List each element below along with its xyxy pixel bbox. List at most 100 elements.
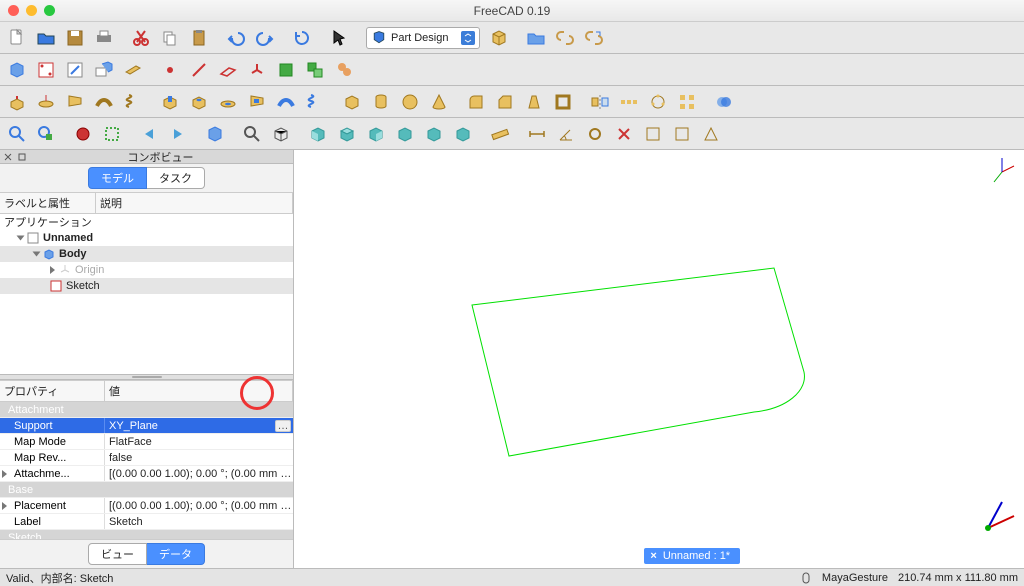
- measure-linear-button[interactable]: [524, 121, 550, 147]
- new-file-button[interactable]: [4, 25, 30, 51]
- close-tab-icon[interactable]: ×: [650, 550, 656, 562]
- loft-button[interactable]: [62, 89, 88, 115]
- tab-task[interactable]: タスク: [147, 167, 205, 189]
- map-sketch-button[interactable]: [91, 57, 117, 83]
- measure-button[interactable]: [487, 121, 513, 147]
- body-button[interactable]: [4, 57, 30, 83]
- fit-all-button[interactable]: [4, 121, 30, 147]
- prop-placement[interactable]: Placement[(0.00 0.00 1.00); 0.00 °; (0.0…: [0, 498, 293, 514]
- datum-line-button[interactable]: [186, 57, 212, 83]
- iso-view-button[interactable]: [268, 121, 294, 147]
- subshapebinder-button[interactable]: [302, 57, 328, 83]
- bottom-view-button[interactable]: [421, 121, 447, 147]
- prop-support[interactable]: Support XY_Plane …: [0, 418, 293, 434]
- sub-helix-button[interactable]: [302, 89, 328, 115]
- copy-button[interactable]: [157, 25, 183, 51]
- save-button[interactable]: [62, 25, 88, 51]
- datum-cs-button[interactable]: [244, 57, 270, 83]
- disclosure-icon[interactable]: [33, 252, 41, 257]
- clone-button[interactable]: [331, 57, 357, 83]
- open-file-button[interactable]: [33, 25, 59, 51]
- cut-button[interactable]: [128, 25, 154, 51]
- paste-button[interactable]: [186, 25, 212, 51]
- measure-clear-button[interactable]: [611, 121, 637, 147]
- draft-button[interactable]: [521, 89, 547, 115]
- tab-model[interactable]: モデル: [88, 167, 147, 189]
- pad-button[interactable]: [4, 89, 30, 115]
- thickness-button[interactable]: [550, 89, 576, 115]
- chamfer-button[interactable]: [492, 89, 518, 115]
- tree-origin[interactable]: Origin: [0, 262, 293, 278]
- draw-style-button[interactable]: [70, 121, 96, 147]
- datum-point-button[interactable]: [157, 57, 183, 83]
- print-button[interactable]: [91, 25, 117, 51]
- right-view-button[interactable]: [363, 121, 389, 147]
- folder-button[interactable]: [523, 25, 549, 51]
- groove-button[interactable]: [215, 89, 241, 115]
- tree-body[interactable]: Body: [0, 246, 293, 262]
- tree-doc[interactable]: Unnamed: [0, 230, 293, 246]
- prop-label[interactable]: LabelSketch: [0, 514, 293, 530]
- bbox-button[interactable]: [99, 121, 125, 147]
- sync-view-button[interactable]: [202, 121, 228, 147]
- mirror-button[interactable]: [587, 89, 613, 115]
- multitransform-button[interactable]: [674, 89, 700, 115]
- zoom-button[interactable]: [239, 121, 265, 147]
- top-view-button[interactable]: [334, 121, 360, 147]
- link-out-button[interactable]: [581, 25, 607, 51]
- left-view-button[interactable]: [450, 121, 476, 147]
- sub-loft-button[interactable]: [244, 89, 270, 115]
- measure-toggle3d-button[interactable]: [669, 121, 695, 147]
- close-panel-icon[interactable]: [4, 153, 12, 161]
- boolean-button[interactable]: [711, 89, 737, 115]
- edit-sketch-button[interactable]: [62, 57, 88, 83]
- linear-pattern-button[interactable]: [616, 89, 642, 115]
- close-window-button[interactable]: [8, 5, 19, 16]
- datum-plane-button[interactable]: [120, 57, 146, 83]
- measure-toggle-button[interactable]: [640, 121, 666, 147]
- undo-button[interactable]: [223, 25, 249, 51]
- sweep-button[interactable]: [91, 89, 117, 115]
- minimize-window-button[interactable]: [26, 5, 37, 16]
- view-back-button[interactable]: [136, 121, 162, 147]
- prim-sphere-button[interactable]: [397, 89, 423, 115]
- part-box-button[interactable]: [486, 25, 512, 51]
- tab-view[interactable]: ビュー: [88, 543, 147, 565]
- revolution-button[interactable]: [33, 89, 59, 115]
- new-sketch-button[interactable]: [33, 57, 59, 83]
- document-tab[interactable]: × Unnamed : 1*: [644, 548, 740, 564]
- pocket-button[interactable]: [157, 89, 183, 115]
- prop-mapmode[interactable]: Map ModeFlatFace: [0, 434, 293, 450]
- prop-attachoffset[interactable]: Attachme...[(0.00 0.00 1.00); 0.00 °; (0…: [0, 466, 293, 482]
- polar-pattern-button[interactable]: [645, 89, 671, 115]
- fillet-button[interactable]: [463, 89, 489, 115]
- tree-sketch[interactable]: Sketch: [0, 278, 293, 294]
- workbench-selector[interactable]: Part Design: [366, 27, 480, 49]
- prim-box-button[interactable]: [339, 89, 365, 115]
- detach-panel-icon[interactable]: [18, 153, 26, 161]
- front-view-button[interactable]: [305, 121, 331, 147]
- disclosure-icon[interactable]: [50, 266, 55, 274]
- expand-icon[interactable]: [2, 502, 7, 510]
- pointer-button[interactable]: [326, 25, 352, 51]
- view-fwd-button[interactable]: [165, 121, 191, 147]
- zoom-window-button[interactable]: [44, 5, 55, 16]
- tree-app[interactable]: アプリケーション: [0, 214, 293, 230]
- rear-view-button[interactable]: [392, 121, 418, 147]
- prim-cone-button[interactable]: [426, 89, 452, 115]
- hole-button[interactable]: [186, 89, 212, 115]
- measure-angular-button[interactable]: [553, 121, 579, 147]
- prim-cyl-button[interactable]: [368, 89, 394, 115]
- redo-button[interactable]: [252, 25, 278, 51]
- fit-sel-button[interactable]: [33, 121, 59, 147]
- disclosure-icon[interactable]: [17, 236, 25, 241]
- measure-toggledelta-button[interactable]: [698, 121, 724, 147]
- tab-data[interactable]: データ: [147, 543, 205, 565]
- refresh-button[interactable]: [289, 25, 315, 51]
- link-button[interactable]: [552, 25, 578, 51]
- expand-icon[interactable]: [2, 470, 7, 478]
- shapebinder-button[interactable]: [273, 57, 299, 83]
- support-edit-button[interactable]: …: [275, 420, 291, 432]
- measure-refresh-button[interactable]: [582, 121, 608, 147]
- sub-sweep-button[interactable]: [273, 89, 299, 115]
